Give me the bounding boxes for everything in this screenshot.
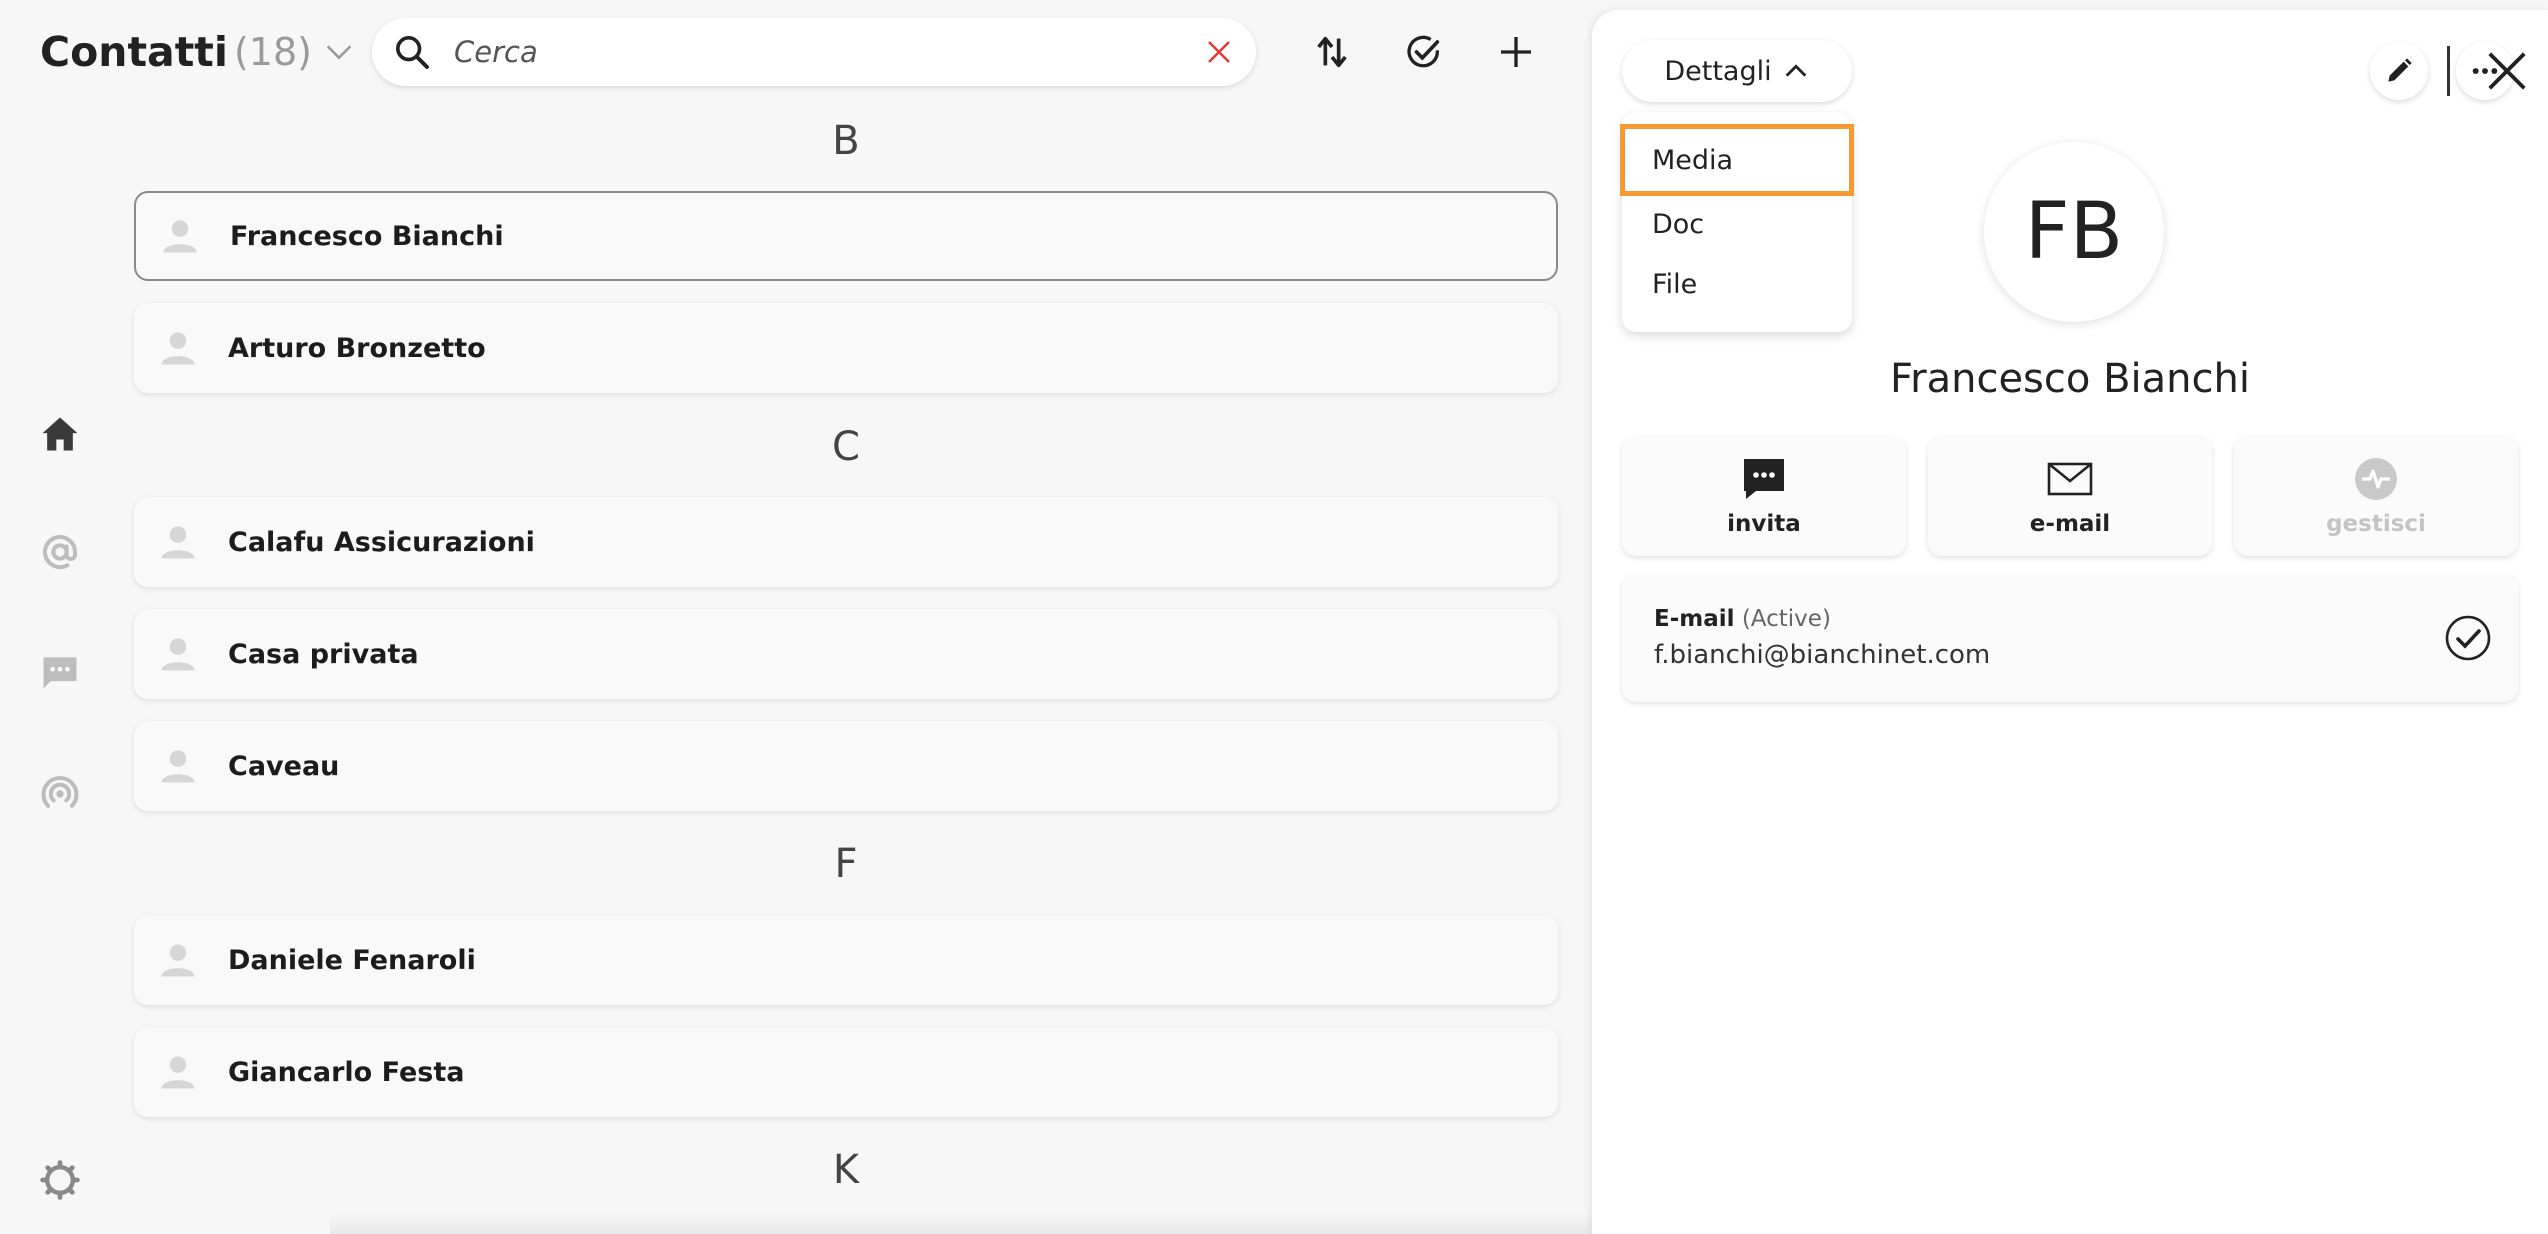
check-circle-icon[interactable]: [2444, 614, 2492, 662]
chevron-up-icon: [1785, 64, 1806, 77]
contact-card[interactable]: Caveau: [134, 721, 1558, 811]
broadcast-icon[interactable]: [36, 770, 84, 818]
select-button[interactable]: [1398, 26, 1450, 78]
email-label: e-mail: [2029, 511, 2111, 537]
section-letter: B: [832, 118, 860, 164]
email-header: E-mail (Active): [1654, 606, 1831, 632]
person-icon: [161, 750, 195, 783]
person-icon: [163, 220, 197, 253]
menu-option-media[interactable]: Media: [1620, 124, 1854, 196]
contact-name: Giancarlo Festa: [228, 1056, 465, 1088]
divider: [2447, 46, 2450, 96]
manage-button: gestisci: [2234, 436, 2518, 556]
email-status: (Active): [1741, 606, 1831, 632]
section-letter: C: [832, 424, 860, 470]
email-button[interactable]: e-mail: [1928, 436, 2212, 556]
chat-bubble-icon: [1744, 459, 1784, 499]
contact-name: Arturo Bronzetto: [228, 332, 486, 364]
contact-card[interactable]: Casa privata: [134, 609, 1558, 699]
at-icon[interactable]: [36, 528, 84, 576]
search-bar: [372, 18, 1256, 86]
contact-detail-panel: Dettagli Media Doc File FB Francesco Bia…: [1592, 10, 2548, 1234]
person-icon: [161, 1056, 195, 1089]
contact-card[interactable]: Calafu Assicurazioni: [134, 497, 1558, 587]
person-icon: [161, 332, 195, 365]
contact-name: Daniele Fenaroli: [228, 944, 476, 976]
contact-count: (18): [233, 30, 312, 74]
contact-name: Calafu Assicurazioni: [228, 526, 535, 558]
email-type-label: E-mail: [1654, 606, 1735, 632]
section-letter: K: [832, 1147, 860, 1193]
pulse-icon: [2355, 458, 2397, 500]
contact-card[interactable]: Daniele Fenaroli: [134, 915, 1558, 1005]
close-icon[interactable]: [2484, 48, 2530, 94]
details-menu: Media Doc File: [1620, 112, 1854, 332]
person-icon: [161, 944, 195, 977]
chevron-down-icon[interactable]: [322, 35, 356, 69]
avatar: FB: [1984, 142, 2164, 322]
check-circle-icon: [1407, 35, 1440, 68]
gear-icon[interactable]: [36, 1156, 84, 1204]
email-address: f.bianchi@bianchinet.com: [1654, 640, 1991, 670]
home-icon[interactable]: [36, 410, 84, 458]
contact-card[interactable]: Giancarlo Festa: [134, 1027, 1558, 1117]
invite-button[interactable]: invita: [1622, 436, 1906, 556]
page-title[interactable]: Contatti (18): [40, 24, 356, 80]
menu-option-doc[interactable]: Doc: [1622, 194, 1852, 254]
email-entry[interactable]: E-mail (Active) f.bianchi@bianchinet.com: [1622, 574, 2518, 702]
search-input[interactable]: [454, 35, 1204, 69]
clear-search-icon[interactable]: [1204, 37, 1234, 67]
contact-name: Francesco Bianchi: [230, 220, 504, 252]
sort-icon: [1317, 36, 1347, 68]
details-dropdown-button[interactable]: Dettagli: [1622, 40, 1852, 102]
envelope-icon: [2047, 462, 2093, 496]
plus-icon: [1501, 37, 1531, 67]
person-icon: [161, 526, 195, 559]
pencil-icon: [2388, 58, 2412, 82]
contact-name: Caveau: [228, 750, 340, 782]
edit-button[interactable]: [2370, 42, 2428, 100]
section-letter: F: [834, 841, 858, 887]
title-label: Contatti: [40, 28, 228, 76]
sort-button[interactable]: [1306, 26, 1358, 78]
invite-label: invita: [1727, 511, 1801, 537]
contact-card-selected[interactable]: Francesco Bianchi: [134, 191, 1558, 281]
details-label: Dettagli: [1664, 55, 1772, 87]
menu-option-file[interactable]: File: [1622, 254, 1852, 314]
person-icon: [161, 638, 195, 671]
chat-icon[interactable]: [36, 648, 84, 696]
contact-name: Casa privata: [228, 638, 419, 670]
contact-card[interactable]: Arturo Bronzetto: [134, 303, 1558, 393]
search-icon: [396, 36, 429, 69]
manage-label: gestisci: [2326, 511, 2426, 537]
detail-contact-name: Francesco Bianchi: [1890, 356, 2250, 402]
add-contact-button[interactable]: [1490, 26, 1542, 78]
